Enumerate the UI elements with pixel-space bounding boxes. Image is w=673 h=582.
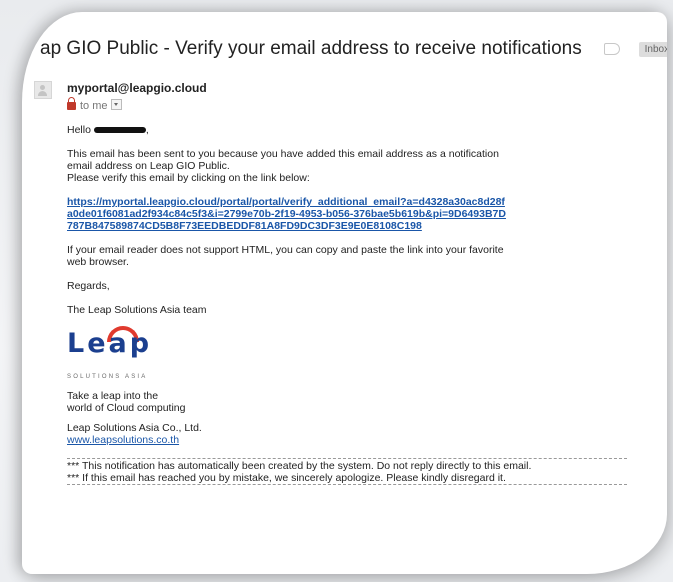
team-signature: The Leap Solutions Asia team <box>67 304 207 316</box>
sender-address[interactable]: myportal@leapgio.cloud <box>67 81 207 95</box>
fallback-line-2: web browser. <box>67 256 129 268</box>
email-sheet: ap GIO Public - Verify your email addres… <box>22 12 667 574</box>
slogan-line-2: world of Cloud computing <box>67 402 186 414</box>
mistake-notice: *** If this email has reached you by mis… <box>67 472 506 484</box>
leap-logo: Leap SOLUTIONS ASIA <box>67 324 187 382</box>
logo-word: Leap <box>67 328 153 359</box>
email-subject: ap GIO Public - Verify your email addres… <box>40 38 582 59</box>
avatar <box>34 81 52 99</box>
website-link[interactable]: www.leapsolutions.co.th <box>67 434 179 446</box>
show-details-dropdown[interactable] <box>110 99 122 110</box>
email-body: Hello , This email has been sent to you … <box>67 124 627 486</box>
lock-icon <box>67 97 76 110</box>
intro-line-1: This email has been sent to you because … <box>67 148 499 160</box>
intro-line-2: email address on Leap GIO Public. <box>67 160 230 172</box>
company-name: Leap Solutions Asia Co., Ltd. <box>67 422 202 434</box>
inbox-label-chip[interactable]: Inboxx <box>638 41 667 57</box>
slogan-line-1: Take a leap into the <box>67 390 159 402</box>
greeting-suffix: , <box>145 124 149 136</box>
greeting-line: Hello , <box>67 124 627 136</box>
system-notice: *** This notification has automatically … <box>67 460 532 472</box>
redacted-name <box>93 127 146 134</box>
recipient-text: to me <box>80 100 108 112</box>
verify-email-link[interactable]: https://myportal.leapgio.cloud/portal/po… <box>67 196 507 232</box>
regards: Regards, <box>67 280 110 292</box>
subject-row: ap GIO Public - Verify your email addres… <box>40 38 667 62</box>
logo-tagline: SOLUTIONS ASIA <box>67 374 148 380</box>
recipient-line: to me <box>67 97 122 112</box>
divider-bottom <box>67 484 627 486</box>
inbox-label-text: Inbox <box>644 43 667 55</box>
intro-line-3: Please verify this email by clicking on … <box>67 172 310 184</box>
label-tag-icon[interactable] <box>604 43 621 55</box>
greeting: Hello <box>67 124 91 136</box>
fallback-line-1: If your email reader does not support HT… <box>67 244 504 256</box>
